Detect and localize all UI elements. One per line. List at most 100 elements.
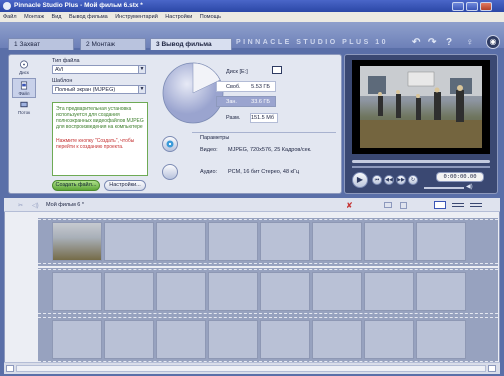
settings-button[interactable]: Настройки... — [104, 180, 146, 191]
audio-label: Аудио: — [200, 169, 218, 175]
split-icon[interactable] — [384, 202, 392, 208]
video-frame — [360, 66, 482, 148]
scroll-right-button[interactable] — [488, 365, 496, 372]
scroll-thumb[interactable] — [16, 365, 486, 372]
scroll-left-button[interactable] — [6, 365, 14, 372]
empty-frame[interactable] — [260, 222, 310, 261]
disc-icon — [20, 60, 28, 69]
go-start-button[interactable]: ⏮ — [372, 175, 382, 185]
empty-frame[interactable] — [312, 272, 362, 311]
empty-frame[interactable] — [208, 320, 258, 359]
used-value: 33.6 ГБ — [251, 99, 270, 105]
empty-frame[interactable] — [104, 320, 154, 359]
storyboard-row-1 — [38, 218, 498, 266]
empty-frame[interactable] — [312, 222, 362, 261]
sidebar-item-file[interactable]: Файл — [12, 78, 36, 98]
undo-icon[interactable]: ↶ — [412, 37, 420, 48]
menu-settings[interactable]: Настройки — [165, 14, 192, 20]
empty-frame[interactable] — [52, 272, 102, 311]
chevron-down-icon: ▼ — [138, 66, 145, 73]
empty-frame[interactable] — [260, 320, 310, 359]
menu-file[interactable]: Файл — [3, 14, 17, 20]
menu-output[interactable]: Вывод фильма — [69, 14, 108, 20]
menu-view[interactable]: Вид — [52, 14, 62, 20]
sidebar-item-disc[interactable]: Диск — [12, 58, 36, 78]
stream-icon — [20, 101, 28, 108]
create-file-button[interactable]: Создать файл... — [52, 180, 100, 191]
file-icon — [20, 81, 28, 90]
empty-frame[interactable] — [364, 320, 414, 359]
used-label: Зан. — [226, 99, 237, 105]
text-view-icon[interactable] — [470, 203, 482, 207]
video-value: MJPEG, 720x576, 25 Кадров/сек. — [228, 147, 312, 153]
brand-text: PINNACLE STUDIO PLUS 10 — [236, 39, 389, 46]
trash-icon[interactable] — [400, 202, 407, 209]
audio-value: PCM, 16 бит Стерео, 48 кГц — [228, 169, 300, 175]
empty-frame[interactable] — [260, 272, 310, 311]
empty-frame[interactable] — [208, 222, 258, 261]
free-label: Своб. — [226, 84, 241, 90]
maximize-button[interactable] — [466, 2, 478, 11]
rewind-button[interactable]: ◀◀ — [384, 175, 394, 185]
close-button[interactable] — [480, 2, 492, 11]
timeline-view-icon[interactable] — [452, 203, 464, 207]
empty-frame[interactable] — [416, 272, 466, 311]
empty-frame[interactable] — [156, 222, 206, 261]
mode-tabs: 1 Захват 2 Монтаж 3 Вывод фильма PINNACL… — [0, 22, 504, 50]
empty-frame[interactable] — [104, 272, 154, 311]
size-value: 151.5 Мб — [250, 115, 274, 121]
dvd-icon[interactable]: ◉ — [486, 35, 500, 49]
timeline-title: Мой фильм 6 * — [46, 202, 85, 208]
empty-frame[interactable] — [104, 222, 154, 261]
scissors-icon[interactable]: ✂ — [18, 202, 23, 209]
folder-icon[interactable] — [272, 66, 282, 74]
speaker-icon[interactable]: ◀) — [466, 183, 473, 190]
forward-button[interactable]: ▶▶ — [396, 175, 406, 185]
menu-bar: Файл Монтаж Вид Вывод фильма Инструмента… — [0, 12, 504, 22]
loop-button[interactable]: ↻ — [408, 175, 418, 185]
file-type-select[interactable]: AVI ▼ — [52, 65, 146, 74]
empty-frame[interactable] — [312, 320, 362, 359]
free-value: 5.53 ГБ — [251, 84, 270, 90]
tip-icon[interactable]: ♀ — [466, 37, 474, 48]
help-icon[interactable]: ? — [446, 37, 452, 48]
window-title: Pinnacle Studio Plus - Мой фильм 6.stx * — [14, 2, 143, 9]
play-button[interactable]: ▶ — [352, 172, 368, 188]
tab-edit[interactable]: 2 Монтаж — [80, 38, 146, 50]
size-label: Разм. — [226, 115, 241, 121]
minimize-button[interactable] — [452, 2, 464, 11]
volume-slider[interactable] — [424, 187, 464, 189]
empty-frame[interactable] — [156, 272, 206, 311]
timeline-toolbar: ✂ ◁) Мой фильм 6 * ✘ — [4, 198, 500, 212]
timeline-scrollbar[interactable] — [4, 362, 500, 374]
timecode-display[interactable]: 0:00:00.00 — [436, 172, 484, 182]
storyboard-view-icon[interactable] — [434, 201, 446, 209]
video-label: Видео: — [200, 147, 218, 153]
empty-frame[interactable] — [208, 272, 258, 311]
drive-label: Диск [E:] — [226, 69, 248, 75]
preview-disc-icon[interactable] — [162, 136, 178, 152]
menu-tools[interactable]: Инструментарий — [115, 14, 158, 20]
menu-edit[interactable]: Монтаж — [24, 14, 44, 20]
audio-icon[interactable]: ◁) — [32, 202, 39, 209]
empty-frame[interactable] — [156, 320, 206, 359]
menu-help[interactable]: Помощь — [200, 14, 221, 20]
tab-make-movie[interactable]: 3 Вывод фильма — [150, 38, 232, 50]
razor-icon[interactable]: ✘ — [346, 201, 353, 210]
preset-select[interactable]: Полный экран (MJPEG) ▼ — [52, 85, 146, 94]
empty-frame[interactable] — [52, 320, 102, 359]
title-bar: Pinnacle Studio Plus - Мой фильм 6.stx * — [0, 0, 504, 12]
empty-frame[interactable] — [416, 222, 466, 261]
params-title: Параметры — [200, 135, 230, 141]
clip-thumbnail[interactable] — [52, 222, 102, 261]
empty-frame[interactable] — [364, 222, 414, 261]
tab-capture[interactable]: 1 Захват — [8, 38, 74, 50]
scrubber-track[interactable] — [352, 160, 490, 163]
video-thumbnail — [360, 66, 482, 148]
empty-frame[interactable] — [416, 320, 466, 359]
sidebar-item-stream[interactable]: Поток — [12, 98, 36, 118]
empty-frame[interactable] — [364, 272, 414, 311]
eject-icon[interactable] — [162, 164, 178, 180]
preset-label: Шаблон — [52, 78, 73, 84]
redo-icon[interactable]: ↷ — [428, 37, 436, 48]
